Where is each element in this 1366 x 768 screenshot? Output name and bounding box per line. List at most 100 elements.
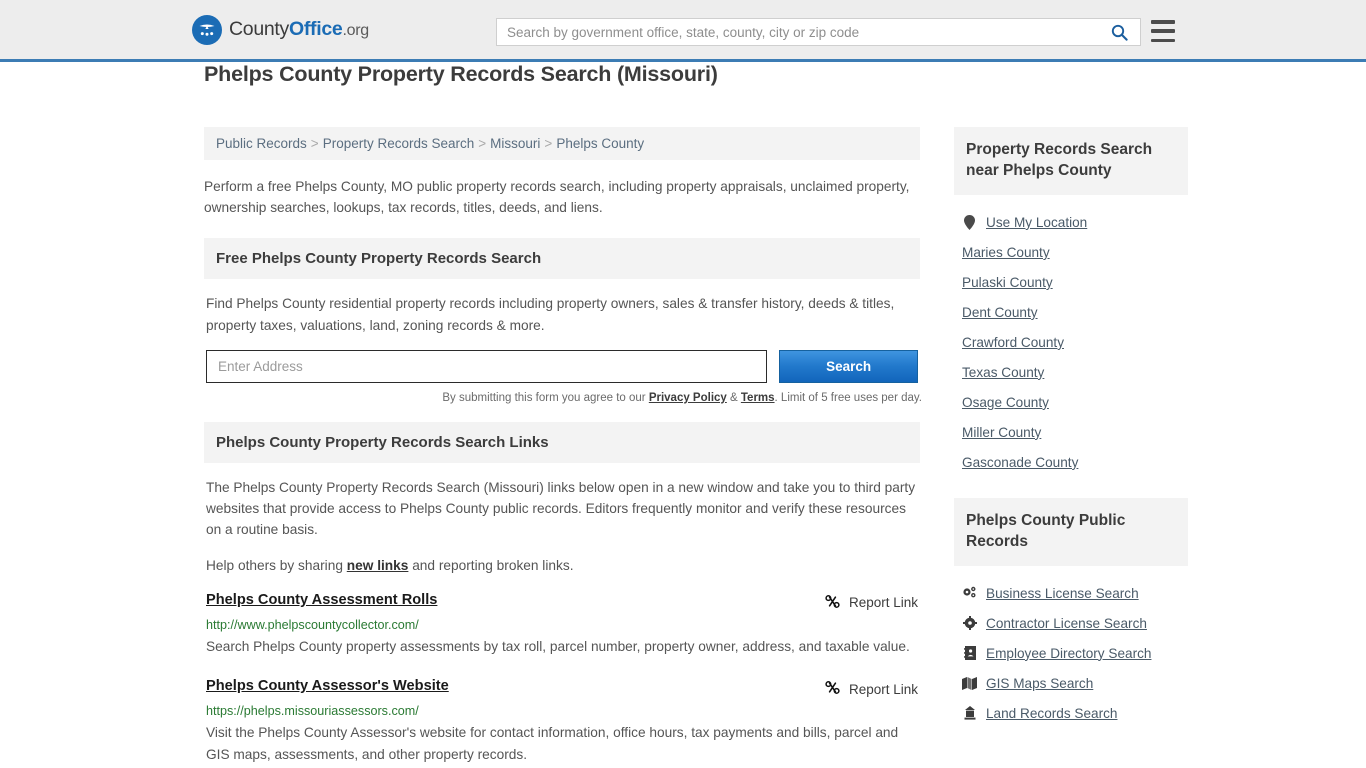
new-links-link[interactable]: new links: [347, 558, 409, 573]
sidebar-item-gasconade-county[interactable]: Gasconade County: [958, 448, 1184, 478]
links-section-heading: Phelps County Property Records Search Li…: [204, 421, 920, 463]
search-icon[interactable]: [1107, 24, 1140, 41]
breadcrumb-item-phelps-county[interactable]: Phelps County: [556, 136, 644, 151]
result-url: https://phelps.missouriassessors.com/: [206, 704, 419, 719]
privacy-policy-link[interactable]: Privacy Policy: [649, 392, 727, 404]
links-section-paragraph: The Phelps County Property Records Searc…: [206, 479, 916, 538]
sidebar-link-crawford-county[interactable]: Crawford County: [962, 335, 1064, 350]
sidebar-link-pulaski-county[interactable]: Pulaski County: [962, 275, 1053, 290]
terms-link[interactable]: Terms: [741, 392, 775, 404]
breadcrumb-item-property-records-search[interactable]: Property Records Search: [323, 136, 475, 151]
result-description: Visit the Phelps County Assessor's websi…: [206, 725, 899, 763]
logo-wordmark: CountyOffice.org: [229, 18, 369, 41]
broken-link-icon: [824, 593, 841, 613]
page-container: Phelps County Property Records Search (M…: [0, 62, 1366, 766]
eagle-seal-icon: [192, 14, 222, 45]
free-search-description: Find Phelps County residential property …: [206, 296, 895, 333]
logo-text-office: Office: [289, 18, 343, 40]
site-logo[interactable]: CountyOffice.org: [192, 14, 369, 45]
address-input[interactable]: [206, 349, 768, 383]
search-button[interactable]: Search: [779, 349, 918, 383]
sidebar-link-osage-county[interactable]: Osage County: [962, 395, 1049, 410]
global-search-box[interactable]: [496, 18, 1141, 46]
sidebar-public-records-panel: Phelps County Public Records Business Li…: [954, 497, 1188, 729]
page-title: Phelps County Property Records Search (M…: [204, 62, 718, 86]
cogs-icon: [962, 586, 977, 601]
landmark-icon: [962, 706, 977, 721]
sidebar-item-osage-county[interactable]: Osage County: [958, 388, 1184, 418]
breadcrumb-item-missouri[interactable]: Missouri: [490, 136, 540, 151]
result-item: Phelps County Assessment Rolls Report Li…: [206, 592, 918, 658]
result-header: Phelps County Assessor's Website Report …: [206, 678, 918, 699]
sidebar-item-business-license-search[interactable]: Business License Search: [958, 579, 1184, 609]
hamburger-bar-2: [1151, 29, 1175, 33]
sidebar-link-gasconade-county[interactable]: Gasconade County: [962, 455, 1078, 470]
site-header: CountyOffice.org: [0, 0, 1366, 62]
main-column: Public Records > Property Records Search > M…: [204, 127, 922, 767]
sidebar: Property Records Search near Phelps Coun…: [954, 127, 1188, 766]
sidebar-item-texas-county[interactable]: Texas County: [958, 358, 1184, 388]
sidebar-item-employee-directory-search[interactable]: Employee Directory Search: [958, 639, 1184, 669]
hamburger-bar-1: [1151, 20, 1175, 24]
sidebar-item-gis-maps-search[interactable]: GIS Maps Search: [958, 669, 1184, 699]
sidebar-link-gis-maps-search[interactable]: GIS Maps Search: [986, 676, 1093, 691]
sidebar-item-use-my-location[interactable]: Use My Location: [958, 208, 1184, 238]
result-header: Phelps County Assessment Rolls Report Li…: [206, 592, 918, 613]
result-url: http://www.phelpscountycollector.com/: [206, 617, 419, 632]
sidebar-link-land-records-search[interactable]: Land Records Search: [986, 706, 1117, 721]
result-item: Phelps County Assessor's Website Report …: [206, 678, 918, 766]
sidebar-item-contractor-license-search[interactable]: Contractor License Search: [958, 609, 1184, 639]
share-suffix: and reporting broken links.: [408, 557, 574, 573]
sidebar-nearby-heading: Property Records Search near Phelps Coun…: [954, 127, 1188, 195]
result-description: Search Phelps County property assessment…: [206, 638, 910, 654]
sidebar-item-miller-county[interactable]: Miller County: [958, 418, 1184, 448]
map-icon: [962, 676, 977, 691]
free-search-body: Find Phelps County residential property …: [204, 279, 922, 404]
sidebar-link-dent-county[interactable]: Dent County: [962, 305, 1038, 320]
form-disclaimer: By submitting this form you agree to our…: [206, 392, 922, 404]
links-section-body: The Phelps County Property Records Searc…: [204, 463, 920, 767]
address-search-form: Search: [206, 349, 918, 383]
report-link-label: Report Link: [848, 681, 918, 697]
map-pin-icon: [962, 214, 977, 230]
sidebar-link-business-license-search[interactable]: Business License Search: [986, 586, 1139, 601]
disclaimer-prefix: By submitting this form you agree to our: [442, 391, 649, 404]
broken-link-icon: [824, 679, 841, 699]
result-title-link[interactable]: Phelps County Assessor's Website: [206, 678, 449, 694]
sidebar-link-use-my-location[interactable]: Use My Location: [986, 215, 1087, 230]
sidebar-item-crawford-county[interactable]: Crawford County: [958, 328, 1184, 358]
logo-text-tld: .org: [342, 22, 369, 39]
address-book-icon: [962, 646, 977, 661]
sidebar-item-maries-county[interactable]: Maries County: [958, 238, 1184, 268]
sidebar-public-records-list: Business License Search Contractor Licen…: [954, 566, 1188, 729]
logo-text-county: County: [229, 18, 289, 40]
hamburger-menu-icon[interactable]: [1151, 20, 1175, 42]
hamburger-bar-3: [1151, 38, 1175, 42]
global-search-input[interactable]: [497, 19, 1107, 45]
disclaimer-suffix: . Limit of 5 free uses per day.: [774, 391, 922, 404]
disclaimer-amp: &: [726, 391, 741, 404]
breadcrumb: Public Records > Property Records Search > M…: [204, 127, 920, 160]
report-link-button[interactable]: Report Link: [824, 592, 918, 613]
share-prefix: Help others by sharing: [206, 557, 347, 573]
sidebar-item-land-records-search[interactable]: Land Records Search: [958, 699, 1184, 729]
sidebar-item-pulaski-county[interactable]: Pulaski County: [958, 268, 1184, 298]
breadcrumb-separator: >: [478, 136, 487, 151]
sidebar-link-employee-directory-search[interactable]: Employee Directory Search: [986, 646, 1151, 661]
sidebar-nearby-list: Use My Location Maries County Pulaski Co…: [954, 195, 1188, 478]
breadcrumb-item-public-records[interactable]: Public Records: [216, 136, 307, 151]
breadcrumb-separator: >: [310, 136, 319, 151]
sidebar-link-contractor-license-search[interactable]: Contractor License Search: [986, 616, 1147, 631]
sidebar-item-dent-county[interactable]: Dent County: [958, 298, 1184, 328]
sidebar-link-miller-county[interactable]: Miller County: [962, 425, 1041, 440]
sidebar-public-records-heading: Phelps County Public Records: [954, 497, 1188, 566]
sidebar-link-maries-county[interactable]: Maries County: [962, 245, 1050, 260]
report-link-label: Report Link: [848, 595, 918, 611]
share-links-paragraph: Help others by sharing new links and rep…: [206, 555, 918, 576]
free-search-heading: Free Phelps County Property Records Sear…: [204, 238, 920, 280]
content-wrapper: Public Records > Property Records Search > M…: [204, 103, 1188, 767]
cog-icon: [962, 616, 977, 631]
sidebar-link-texas-county[interactable]: Texas County: [962, 365, 1044, 380]
report-link-button[interactable]: Report Link: [824, 678, 918, 699]
result-title-link[interactable]: Phelps County Assessment Rolls: [206, 592, 437, 608]
